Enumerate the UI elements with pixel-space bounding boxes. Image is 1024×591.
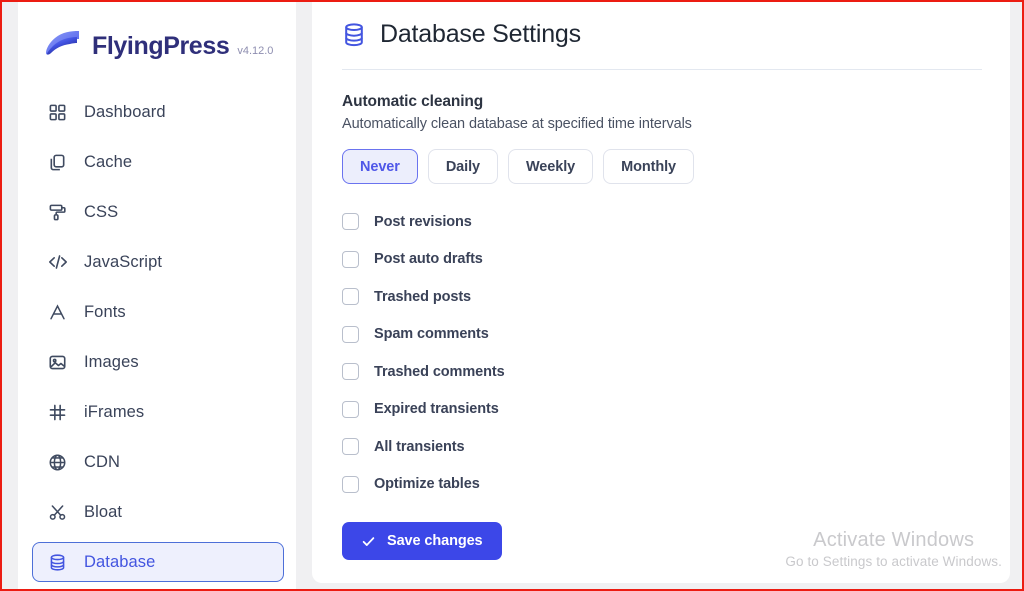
checkbox-trashed-comments[interactable]: [342, 363, 359, 380]
save-changes-button[interactable]: Save changes: [342, 522, 502, 560]
sidebar-item-label: CSS: [84, 202, 119, 221]
checkbox-label: Post auto drafts: [374, 251, 483, 267]
checkbox-label: Expired transients: [374, 401, 499, 417]
sidebar-item-images[interactable]: Images: [32, 342, 284, 382]
sidebar-item-label: Dashboard: [84, 102, 166, 121]
checkbox-row-spam-comments[interactable]: Spam comments: [342, 322, 982, 347]
sidebar-item-css[interactable]: CSS: [32, 192, 284, 232]
checkbox-expired-transients[interactable]: [342, 400, 359, 418]
checkbox-row-trashed-comments[interactable]: Trashed comments: [342, 359, 982, 384]
copy-icon: [47, 152, 68, 173]
sidebar-item-label: JavaScript: [84, 252, 163, 271]
sidebar-item-label: CDN: [84, 452, 121, 471]
wing-logo-icon: [46, 31, 79, 55]
database-icon: [47, 552, 68, 573]
database-icon: [345, 22, 363, 46]
sidebar-item-fonts[interactable]: Fonts: [32, 292, 284, 332]
interval-option-monthly[interactable]: Monthly: [603, 149, 694, 184]
section-description: Automatically clean database at specifie…: [342, 116, 692, 132]
checkbox-spam-comments[interactable]: [342, 325, 359, 343]
sidebar-item-iframes[interactable]: iFrames: [32, 392, 284, 432]
checkbox-label: Optimize tables: [374, 476, 480, 492]
scissors-icon: [47, 502, 68, 523]
check-icon: [362, 536, 375, 546]
sidebar: FlyingPress v4.12.0 Dashboard Cache CSS …: [18, 0, 296, 591]
interval-option-daily[interactable]: Daily: [427, 149, 498, 184]
automatic-cleaning-section: Automatic cleaning Automatically clean d…: [342, 93, 982, 560]
save-button-label: Save changes: [387, 533, 483, 549]
sidebar-item-database[interactable]: Database: [32, 542, 284, 582]
sidebar-nav: Dashboard Cache CSS JavaScript Fonts Ima…: [32, 92, 284, 591]
section-title: Automatic cleaning: [342, 93, 484, 110]
page-header: Database Settings: [342, 20, 581, 49]
checkbox-label: Trashed comments: [374, 363, 505, 380]
frame-icon: [47, 402, 68, 423]
sidebar-item-label: Database: [84, 552, 156, 571]
sidebar-item-javascript[interactable]: JavaScript: [32, 242, 284, 282]
checkbox-row-trashed-posts[interactable]: Trashed posts: [342, 284, 982, 309]
checkbox-row-post-auto-drafts[interactable]: Post auto drafts: [342, 247, 982, 272]
checkbox-label: Post revisions: [374, 213, 472, 230]
checkbox-all-transients[interactable]: [342, 438, 359, 455]
brand-name: FlyingPress: [92, 32, 230, 60]
sidebar-item-cdn[interactable]: CDN: [32, 442, 284, 482]
page-title: Database Settings: [380, 20, 581, 48]
checkbox-label: Spam comments: [374, 326, 489, 342]
image-icon: [47, 352, 68, 373]
sidebar-item-dashboard[interactable]: Dashboard: [32, 92, 284, 132]
letter-a-icon: [47, 302, 68, 323]
interval-option-never[interactable]: Never: [342, 149, 418, 184]
content-card: Database Settings Automatic cleaning Aut…: [312, 0, 1010, 583]
checkbox-trashed-posts[interactable]: [342, 288, 359, 305]
checkbox-row-optimize-tables[interactable]: Optimize tables: [342, 472, 982, 497]
checkbox-label: Trashed posts: [374, 288, 472, 305]
cleanup-options-list: Post revisions Post auto drafts Trashed …: [342, 209, 982, 497]
sidebar-item-label: Bloat: [84, 502, 123, 521]
checkbox-optimize-tables[interactable]: [342, 475, 359, 493]
sidebar-item-label: Images: [84, 352, 139, 371]
sidebar-item-label: iFrames: [84, 402, 145, 421]
checkbox-row-post-revisions[interactable]: Post revisions: [342, 209, 982, 234]
sidebar-item-bloat[interactable]: Bloat: [32, 492, 284, 532]
sidebar-item-label: Cache: [84, 152, 133, 171]
checkbox-row-all-transients[interactable]: All transients: [342, 434, 982, 459]
checkbox-label: All transients: [374, 438, 465, 455]
checkbox-post-revisions[interactable]: [342, 213, 359, 230]
globe-icon: [47, 452, 68, 473]
brand-version: v4.12.0: [237, 45, 274, 57]
code-icon: [47, 252, 68, 273]
header-divider: [342, 69, 982, 70]
checkbox-row-expired-transients[interactable]: Expired transients: [342, 397, 982, 422]
grid-icon: [47, 102, 68, 123]
sidebar-item-cache[interactable]: Cache: [32, 142, 284, 182]
sidebar-item-label: Fonts: [84, 302, 126, 321]
interval-option-weekly[interactable]: Weekly: [507, 149, 594, 184]
cleaning-interval-group: Never Daily Weekly Monthly: [342, 149, 982, 184]
checkbox-post-auto-drafts[interactable]: [342, 250, 359, 268]
brand-logo[interactable]: FlyingPress v4.12.0: [40, 20, 273, 64]
paint-roller-icon: [47, 202, 68, 223]
